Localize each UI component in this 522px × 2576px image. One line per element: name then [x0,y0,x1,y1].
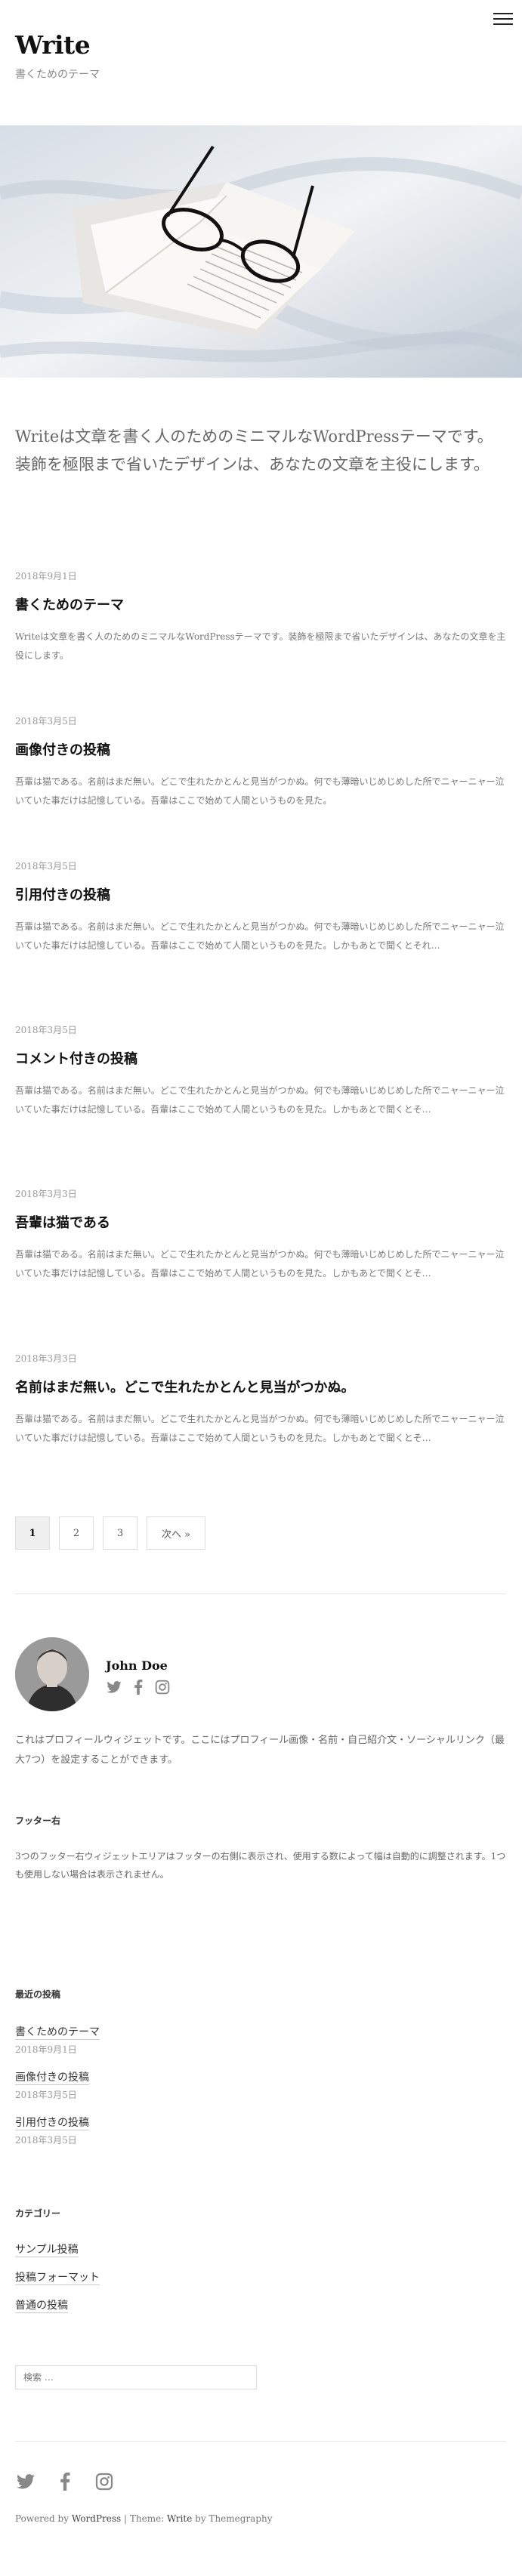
site-header: Write 書くためのテーマ [0,0,522,125]
instagram-icon[interactable] [154,1679,171,1695]
post-title[interactable]: 画像付きの投稿 [15,739,506,759]
category-link[interactable]: 投稿フォーマット [15,2269,100,2285]
footer-right-widget-title: フッター右 [15,1816,61,1826]
footer-right-widget-text: 3つのフッター右ウィジェットエリアはフッターの右側に表示され、使用する数によって… [15,1851,506,1880]
footer-social-links [15,2471,115,2492]
category-link[interactable]: 普通の投稿 [15,2297,68,2313]
content-divider [15,1593,506,1594]
profile-name: John Doe [106,1658,168,1673]
recent-post-link[interactable]: 書くためのテーマ [15,2024,100,2040]
page-1-current: 1 [15,1516,50,1550]
instagram-icon[interactable] [94,2471,115,2492]
post-title[interactable]: 吾輩は猫である [15,1212,506,1232]
category-link[interactable]: サンプル投稿 [15,2241,79,2257]
profile-social-links [106,1679,171,1695]
facebook-icon[interactable] [54,2471,76,2492]
recent-post-item: 引用付きの投稿 2018年3月5日 [15,2115,89,2146]
post-date[interactable]: 2018年9月1日 [15,569,506,582]
recent-post-date: 2018年9月1日 [15,2044,77,2055]
theme-link[interactable]: Write [167,2513,192,2524]
post-6: 2018年3月3日 名前はまだ無い。どこで生れたかとんと見当がつかぬ。 吾輩は猫… [15,1352,506,1448]
recent-post-date: 2018年3月5日 [15,2135,77,2146]
search-input[interactable] [15,2365,257,2389]
twitter-icon[interactable] [106,1679,122,1695]
post-title[interactable]: 書くためのテーマ [15,594,506,614]
menu-toggle-icon[interactable] [493,9,513,27]
post-title[interactable]: コメント付きの投稿 [15,1048,506,1068]
intro-text: Writeは文章を書く人のためのミニマルなWordPressテーマです。装飾を極… [15,427,493,474]
recent-posts-title: 最近の投稿 [15,1989,61,2000]
post-4: 2018年3月5日 コメント付きの投稿 吾輩は猫である。名前はまだ無い。どこで生… [15,1023,506,1119]
post-3: 2018年3月5日 引用付きの投稿 吾輩は猫である。名前はまだ無い。どこで生れた… [15,859,506,955]
next-page-link[interactable]: 次へ » [147,1516,205,1550]
recent-post-link[interactable]: 画像付きの投稿 [15,2069,89,2085]
post-title[interactable]: 名前はまだ無い。どこで生れたかとんと見当がつかぬ。 [15,1377,506,1396]
facebook-icon[interactable] [130,1679,147,1695]
post-title[interactable]: 引用付きの投稿 [15,884,506,904]
post-date[interactable]: 2018年3月5日 [15,1023,506,1036]
post-date[interactable]: 2018年3月3日 [15,1187,506,1200]
post-excerpt: 吾輩は猫である。名前はまだ無い。どこで生れたかとんと見当がつかぬ。何でも薄暗いじ… [15,776,505,807]
twitter-icon[interactable] [15,2471,36,2492]
post-1: 2018年9月1日 書くためのテーマ Writeは文章を書く人のためのミニマルな… [15,569,506,665]
pagination: 1 2 3 次へ » [15,1516,205,1550]
powered-by-label: Powered by [15,2513,69,2524]
post-excerpt: 吾輩は猫である。名前はまだ無い。どこで生れたかとんと見当がつかぬ。何でも薄暗いじ… [15,1249,505,1279]
hero-image [0,125,522,378]
book-glasses-illustration [0,125,522,378]
recent-post-link[interactable]: 引用付きの投稿 [15,2115,89,2130]
site-title[interactable]: Write [15,30,91,60]
recent-post-item: 書くためのテーマ 2018年9月1日 [15,2024,100,2056]
post-5: 2018年3月3日 吾輩は猫である 吾輩は猫である。名前はまだ無い。どこで生れた… [15,1187,506,1283]
site-credit: Powered by WordPress | Theme: Write by T… [15,2513,273,2524]
post-date[interactable]: 2018年3月3日 [15,1352,506,1365]
post-date[interactable]: 2018年3月5日 [15,859,506,872]
recent-post-item: 画像付きの投稿 2018年3月5日 [15,2069,89,2101]
wordpress-link[interactable]: WordPress [72,2513,121,2524]
site-description: 書くためのテーマ [15,69,100,81]
credit-separator: | Theme: [121,2513,168,2524]
credit-author: by Themegraphy [192,2513,273,2524]
footer-divider [15,2441,506,2442]
categories-title: カテゴリー [15,2208,61,2219]
page-3-link[interactable]: 3 [103,1516,137,1550]
recent-post-date: 2018年3月5日 [15,2090,77,2100]
post-2: 2018年3月5日 画像付きの投稿 吾輩は猫である。名前はまだ無い。どこで生れた… [15,714,506,810]
post-excerpt: Writeは文章を書く人のためのミニマルなWordPressテーマです。装飾を極… [15,631,506,662]
post-date[interactable]: 2018年3月5日 [15,714,506,727]
post-excerpt: 吾輩は猫である。名前はまだ無い。どこで生れたかとんと見当がつかぬ。何でも薄暗いじ… [15,1414,505,1444]
avatar [15,1637,89,1711]
page-2-link[interactable]: 2 [59,1516,94,1550]
profile-description: これはプロフィールウィジェットです。ここにはプロフィール画像・名前・自己紹介文・… [15,1735,505,1766]
post-excerpt: 吾輩は猫である。名前はまだ無い。どこで生れたかとんと見当がつかぬ。何でも薄暗いじ… [15,1085,505,1115]
post-excerpt: 吾輩は猫である。名前はまだ無い。どこで生れたかとんと見当がつかぬ。何でも薄暗いじ… [15,921,505,952]
